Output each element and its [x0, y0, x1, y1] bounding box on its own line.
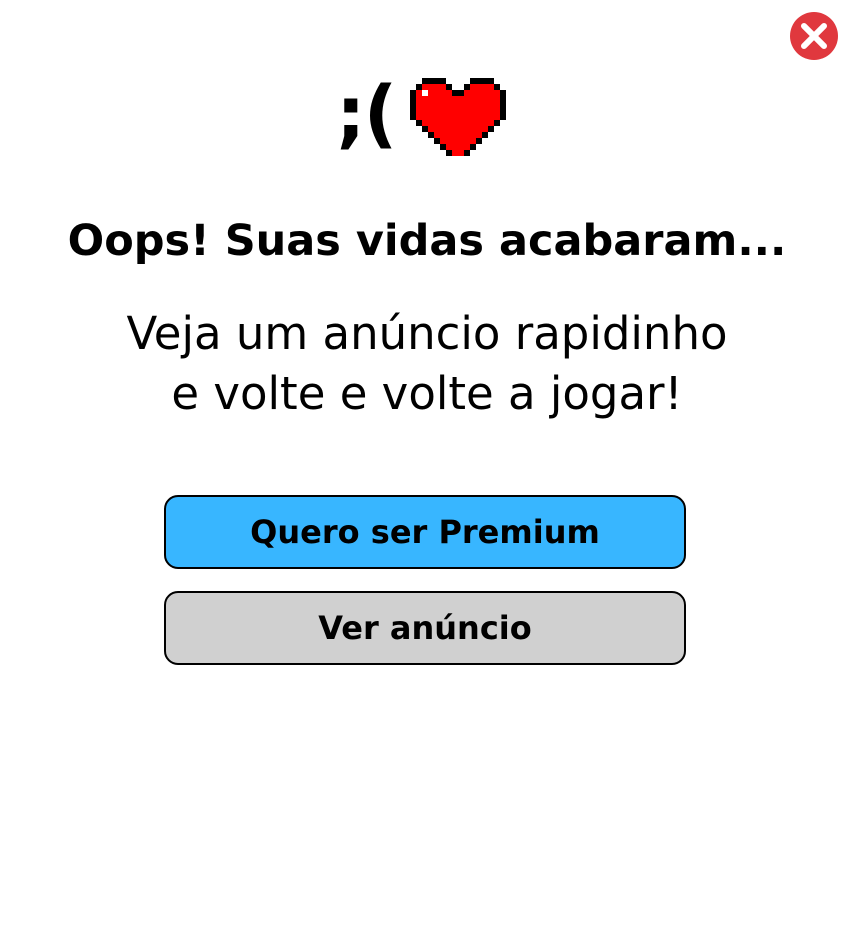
dialog-message-line-2: e volte e volte a jogar!: [171, 367, 683, 420]
premium-button-label: Quero ser Premium: [250, 513, 600, 551]
dialog-message: Veja um anúncio rapidinho e volte e volt…: [0, 304, 854, 424]
close-icon: [790, 12, 838, 60]
emote-row: ;(: [0, 66, 854, 162]
premium-button[interactable]: Quero ser Premium: [164, 495, 686, 569]
dialog-title: Oops! Suas vidas acabaram...: [67, 216, 787, 266]
sad-emoticon: ;(: [336, 71, 397, 157]
pixel-heart-icon: [410, 72, 506, 156]
dialog-message-line-1: Veja um anúncio rapidinho: [126, 307, 728, 360]
watch-ad-button-label: Ver anúncio: [318, 609, 532, 647]
watch-ad-button[interactable]: Ver anúncio: [164, 591, 686, 665]
close-button[interactable]: [789, 11, 839, 61]
